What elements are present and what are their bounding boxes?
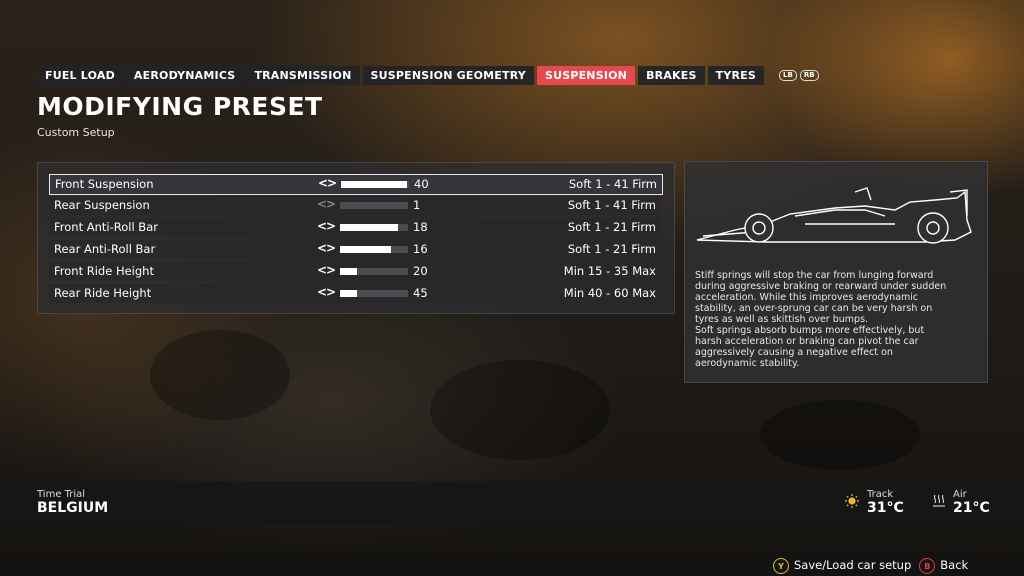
value-slider-fill xyxy=(340,246,391,253)
setting-value: 40 xyxy=(414,177,429,191)
b-button-icon: B xyxy=(919,558,936,575)
settings-panel: Front Suspension <> 40 Soft 1 - 41 Firm Rear… xyxy=(37,162,675,314)
value-slider[interactable] xyxy=(340,224,408,231)
button-prompts: Y Save/Load car setup B Back xyxy=(765,556,977,576)
value-slider-fill xyxy=(341,181,408,188)
car-diagram-icon xyxy=(695,180,975,250)
description-line: aggressively causing a negative effect o… xyxy=(695,347,893,358)
tab-suspension-geometry[interactable]: SUSPENSION GEOMETRY xyxy=(362,66,534,85)
setting-row[interactable]: Rear Ride Height <> 45 Min 40 - 60 Max xyxy=(49,284,661,303)
setting-value: 1 xyxy=(413,198,421,212)
tab-brakes[interactable]: BRAKES xyxy=(638,66,705,85)
info-panel: Stiff springs will stop the car from lun… xyxy=(684,161,988,383)
track-temp-label: Track xyxy=(867,489,894,500)
description-line: harsh acceleration or braking can pivot … xyxy=(695,336,919,347)
setting-range: Soft 1 - 41 Firm xyxy=(568,177,657,191)
setting-row[interactable]: Rear Anti-Roll Bar <> 16 Soft 1 - 21 Firm xyxy=(49,240,661,259)
value-slider-fill xyxy=(340,224,398,231)
description-line: stability, an over-sprung car can be ver… xyxy=(695,303,933,314)
page-title: MODIFYING PRESET xyxy=(37,92,323,121)
sun-icon xyxy=(845,493,859,508)
adjust-arrows-icon[interactable]: <> xyxy=(317,197,336,211)
setting-row[interactable]: Front Ride Height <> 20 Min 15 - 35 Max xyxy=(49,262,661,281)
air-temp-label: Air xyxy=(953,489,967,500)
tab-fuel-load[interactable]: FUEL LOAD xyxy=(37,66,123,85)
adjust-arrows-icon[interactable]: <> xyxy=(317,263,336,277)
setting-label: Rear Ride Height xyxy=(54,286,152,300)
page-subtitle: Custom Setup xyxy=(37,126,115,139)
setting-label: Front Anti-Roll Bar xyxy=(54,220,158,234)
bumper-hints: LB RB xyxy=(779,70,819,81)
track-temp-value: 31°C xyxy=(867,500,904,516)
value-slider[interactable] xyxy=(340,202,408,209)
lb-button-icon[interactable]: LB xyxy=(779,70,797,81)
setting-value: 20 xyxy=(413,264,428,278)
value-slider[interactable] xyxy=(340,290,408,297)
setting-value: 18 xyxy=(413,220,428,234)
save-load-prompt[interactable]: Y Save/Load car setup xyxy=(773,558,911,575)
background-shape xyxy=(760,400,920,470)
setting-row[interactable]: Front Suspension <> 40 Soft 1 - 41 Firm xyxy=(49,174,663,195)
heat-waves-icon xyxy=(932,493,946,507)
setting-range: Min 15 - 35 Max xyxy=(563,264,656,278)
description-line: acceleration. While this improves aerody… xyxy=(695,292,919,303)
adjust-arrows-icon[interactable]: <> xyxy=(317,285,336,299)
value-slider[interactable] xyxy=(340,246,408,253)
adjust-arrows-icon[interactable]: <> xyxy=(317,241,336,255)
back-prompt[interactable]: B Back xyxy=(919,558,968,575)
setting-description: Stiff springs will stop the car from lun… xyxy=(695,270,985,369)
setting-label: Rear Suspension xyxy=(54,198,150,212)
setting-range: Soft 1 - 21 Firm xyxy=(567,242,656,256)
tab-tyres[interactable]: TYRES xyxy=(707,66,765,85)
background-shape xyxy=(430,360,610,460)
value-slider-fill xyxy=(340,290,357,297)
session-location: BELGIUM xyxy=(37,500,109,516)
adjust-arrows-icon[interactable]: <> xyxy=(317,219,336,233)
setting-range: Min 40 - 60 Max xyxy=(563,286,656,300)
rb-button-icon[interactable]: RB xyxy=(799,70,819,81)
setting-value: 45 xyxy=(413,286,428,300)
setting-row[interactable]: Front Anti-Roll Bar <> 18 Soft 1 - 21 Firm xyxy=(49,218,661,237)
setting-value: 16 xyxy=(413,242,428,256)
category-tabs: FUEL LOAD AERODYNAMICS TRANSMISSION SUSP… xyxy=(37,66,819,85)
air-temp-value: 21°C xyxy=(953,500,990,516)
description-line: during aggressive braking or rearward un… xyxy=(695,281,947,292)
tab-aerodynamics[interactable]: AERODYNAMICS xyxy=(125,66,244,85)
description-line: tyres as well as skittish over bumps. xyxy=(695,314,869,325)
description-line: aerodynamic stability. xyxy=(695,358,800,369)
save-load-label: Save/Load car setup xyxy=(794,557,912,572)
setting-label: Rear Anti-Roll Bar xyxy=(54,242,156,256)
adjust-arrows-icon[interactable]: <> xyxy=(318,176,337,190)
setting-row[interactable]: Rear Suspension <> 1 Soft 1 - 41 Firm xyxy=(49,196,661,215)
setting-range: Soft 1 - 41 Firm xyxy=(567,198,656,212)
value-slider[interactable] xyxy=(340,268,408,275)
session-mode: Time Trial xyxy=(37,489,86,500)
y-button-icon: Y xyxy=(773,558,789,575)
setting-label: Front Suspension xyxy=(55,177,154,191)
background-shape xyxy=(150,330,290,420)
value-slider[interactable] xyxy=(341,181,409,188)
tab-transmission[interactable]: TRANSMISSION xyxy=(246,66,360,85)
setting-label: Front Ride Height xyxy=(54,264,154,278)
description-line: Stiff springs will stop the car from lun… xyxy=(695,270,934,281)
setting-range: Soft 1 - 21 Firm xyxy=(567,220,656,234)
description-line: Soft springs absorb bumps more effective… xyxy=(695,325,925,336)
back-label: Back xyxy=(940,557,969,572)
tab-suspension[interactable]: SUSPENSION xyxy=(536,66,636,85)
value-slider-fill xyxy=(340,268,357,275)
